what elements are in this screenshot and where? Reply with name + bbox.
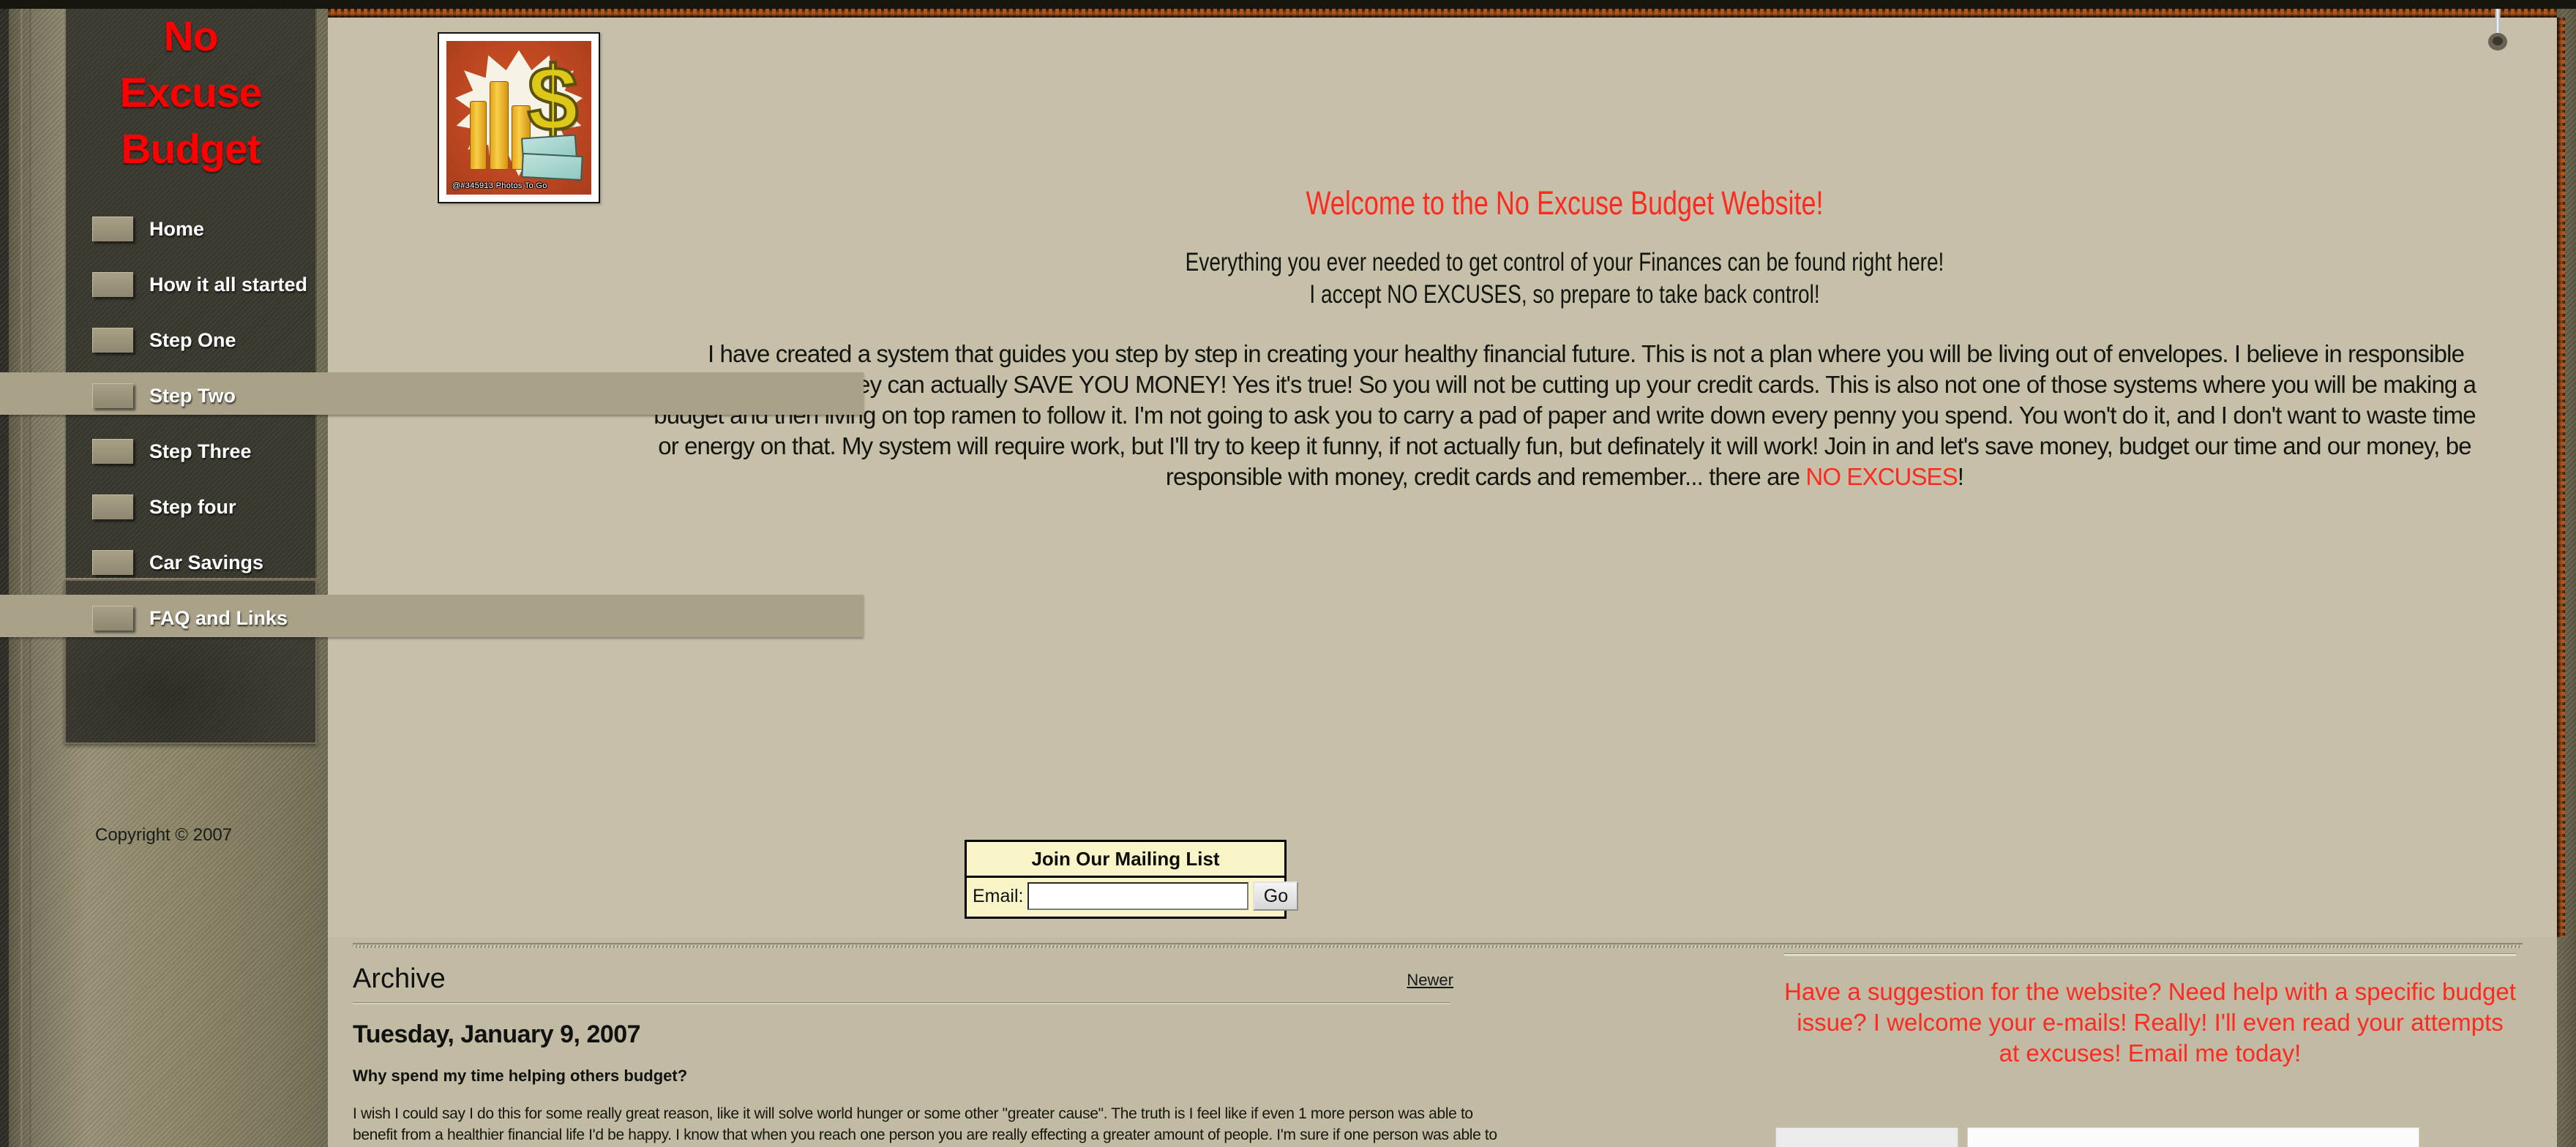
site-title-line-1: No	[163, 13, 219, 60]
bullet-icon	[92, 217, 133, 241]
hero-photo-frame: $ @#345913 Photos To Go	[438, 32, 600, 203]
go-button[interactable]: Go	[1253, 881, 1299, 911]
sidebar-item-label: Home	[149, 217, 205, 240]
sidebar-item-step-four[interactable]: Step four	[64, 479, 317, 535]
intro-paragraph-tail: !	[1957, 463, 1964, 490]
welcome-subtext: Everything you ever needed to get contro…	[643, 247, 2487, 311]
intro-paragraph: I have created a system that guides you …	[643, 339, 2487, 492]
post-title: Why spend my time helping others budget?	[353, 1067, 688, 1085]
no-excuses-highlight: NO EXCUSES	[1805, 463, 1958, 490]
page-root: No Excuse Budget Home How it all started…	[0, 0, 2576, 1147]
dollar-sign-icon: $	[526, 48, 580, 150]
secondary-form-input-box[interactable]	[1967, 1127, 2419, 1147]
site-title-line-2: Excuse	[119, 69, 263, 116]
archive-title: Archive	[353, 963, 446, 994]
mailing-list-title: Join Our Mailing List	[967, 842, 1284, 878]
bullet-icon	[92, 494, 133, 519]
archive-rule	[353, 1002, 1450, 1004]
welcome-heading: Welcome to the No Excuse Budget Website!	[1306, 184, 1824, 222]
bullet-icon	[92, 606, 133, 631]
post-date: Tuesday, January 9, 2007	[353, 1020, 641, 1048]
archive-column: Archive Newer Tuesday, January 9, 2007 W…	[353, 963, 1534, 1146]
newer-link[interactable]: Newer	[1407, 971, 1453, 990]
secondary-form-label-box	[1775, 1127, 1958, 1147]
hero-photo: $ @#345913 Photos To Go	[446, 41, 591, 195]
sidebar-nav: Home How it all started Step One Step Tw…	[0, 201, 864, 646]
sidebar-item-label: Step Three	[149, 440, 252, 462]
email-input[interactable]	[1027, 882, 1249, 910]
post-body-line-2: benefit from a healthier financial life …	[353, 1127, 1497, 1143]
sidebar-item-label: Car Savings	[149, 551, 264, 574]
sidebar-item-step-three[interactable]: Step Three	[64, 424, 317, 479]
lower-section: Archive Newer Tuesday, January 9, 2007 W…	[328, 937, 2557, 1147]
section-divider	[353, 943, 2523, 948]
bullet-icon	[92, 328, 133, 353]
welcome-block: Welcome to the No Excuse Budget Website!…	[643, 182, 2487, 492]
welcome-subline-1: Everything you ever needed to get contro…	[1185, 248, 1944, 277]
post-body-line-1: I wish I could say I do this for some re…	[353, 1105, 1473, 1122]
sidebar-item-how-it-all-started[interactable]: How it all started	[64, 257, 317, 312]
site-title: No Excuse Budget	[64, 9, 317, 178]
post-body: I wish I could say I do this for some re…	[353, 1103, 1516, 1146]
site-title-line-3: Budget	[121, 126, 261, 173]
secondary-form	[1775, 1127, 2419, 1147]
top-edge-strip	[0, 0, 2576, 9]
sidebar-item-label: Step four	[149, 495, 236, 518]
note-rule	[1784, 953, 2516, 956]
sidebar-item-step-two[interactable]: Step Two	[0, 368, 864, 424]
welcome-subline-2: I accept NO EXCUSES, so prepare to take …	[1309, 280, 1820, 309]
sidebar-item-home[interactable]: Home	[64, 201, 317, 257]
sidebar-item-faq-and-links[interactable]: FAQ and Links	[0, 590, 864, 646]
mailing-list-form: Join Our Mailing List Email: Go	[965, 840, 1299, 919]
cash-stack-icon	[521, 153, 583, 181]
bullet-icon	[92, 272, 133, 297]
note-column: Have a suggestion for the website? Need …	[1775, 953, 2516, 1147]
sidebar-item-label: FAQ and Links	[149, 606, 288, 629]
bullet-icon	[92, 439, 133, 464]
main-content-sheet: $ @#345913 Photos To Go Welcome to the N…	[328, 1, 2565, 941]
sheet-top-perforation	[328, 9, 2557, 18]
coin-stack-icon	[469, 100, 487, 170]
sidebar-item-car-savings[interactable]: Car Savings	[64, 535, 317, 590]
mailing-list-row: Email: Go	[967, 878, 1299, 917]
archive-header: Archive Newer	[353, 963, 1534, 995]
sidebar: No Excuse Budget Home How it all started…	[0, 0, 864, 845]
sheet-right-perforation	[2557, 18, 2565, 937]
photo-credit: @#345913 Photos To Go	[452, 181, 547, 190]
sidebar-item-label: Step Two	[149, 384, 236, 407]
contact-note-text: Have a suggestion for the website? Need …	[1784, 978, 2516, 1067]
sidebar-item-label: Step One	[149, 328, 236, 351]
email-label: Email:	[973, 885, 1024, 906]
intro-paragraph-text: I have created a system that guides you …	[653, 340, 2476, 490]
bullet-icon	[92, 383, 133, 408]
bullet-icon	[92, 550, 133, 575]
coin-stack-icon	[490, 80, 509, 170]
sidebar-item-step-one[interactable]: Step One	[64, 312, 317, 368]
sidebar-item-label: How it all started	[149, 273, 308, 296]
copyright-text: Copyright © 2007	[95, 825, 233, 845]
paperclip-icon	[2488, 1, 2507, 56]
